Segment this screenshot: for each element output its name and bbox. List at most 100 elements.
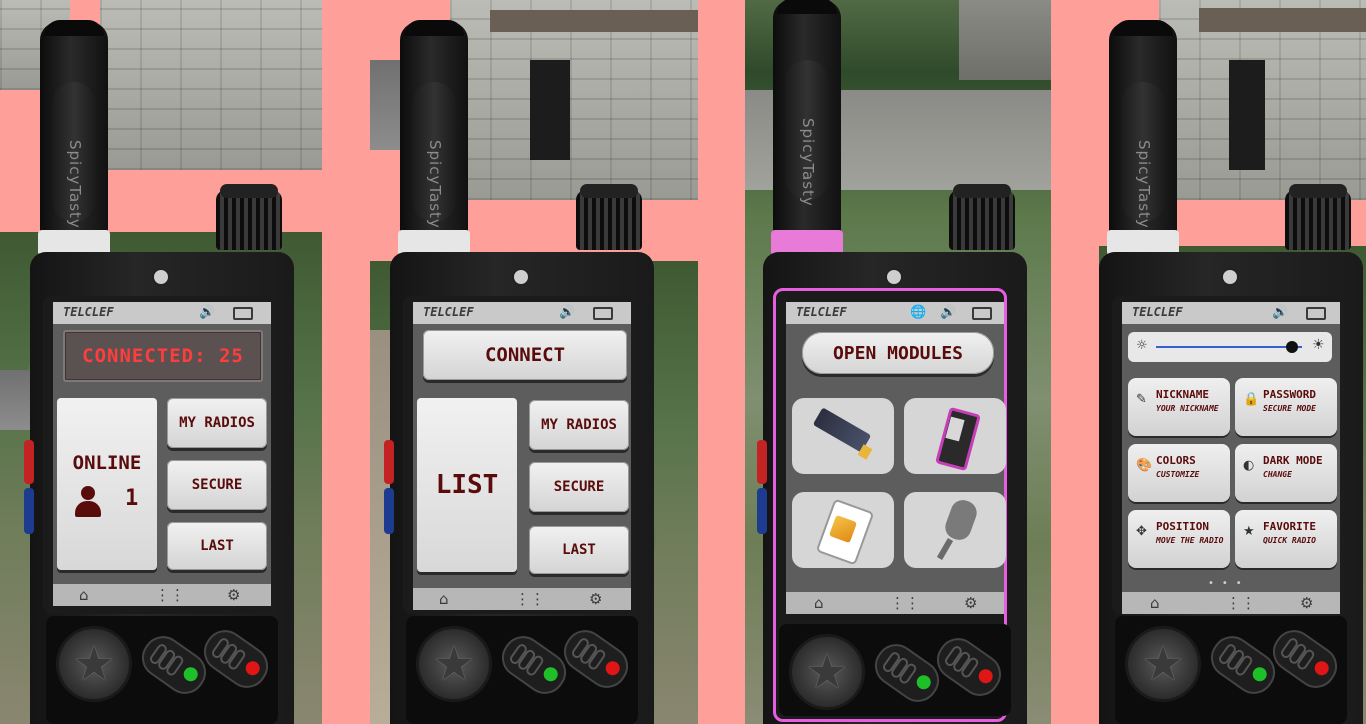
app-label: TELCLEF	[63, 305, 114, 319]
side-button-blue[interactable]	[384, 488, 394, 534]
contrast-icon: ◐	[1243, 458, 1255, 473]
setting-title: COLORS	[1156, 454, 1196, 467]
red-led	[242, 658, 263, 679]
setting-position-button[interactable]: ✥ POSITION MOVE THE RADIO	[1128, 510, 1230, 568]
my-radios-button[interactable]: MY RADIOS	[167, 398, 267, 448]
favorite-star-button[interactable]: ★	[1125, 626, 1201, 702]
home-icon[interactable]: ⌂	[814, 594, 824, 612]
setting-favorite-button[interactable]: ★ FAVORITE QUICK RADIO	[1235, 510, 1337, 568]
status-bar: TELCLEF 🔊	[413, 302, 631, 324]
slider-thumb[interactable]	[1285, 341, 1298, 353]
radio-screen: TELCLEF 🌐 🔊 OPEN MODULES ⌂ ⋮⋮ ⚙	[786, 302, 1006, 614]
green-led	[540, 664, 561, 685]
battery-icon	[233, 307, 253, 320]
radio-panel-modules: SpicyTasty TELCLEF 🌐 🔊 OPEN MODULES ⌂ ⋮⋮…	[745, 0, 1051, 724]
setting-dark-mode-button[interactable]: ◐ DARK MODE CHANGE	[1235, 444, 1337, 502]
user-icon	[75, 486, 101, 518]
apps-grid-icon[interactable]: ⋮⋮	[890, 594, 920, 612]
status-bar: TELCLEF 🔊	[1122, 302, 1340, 324]
apps-grid-icon[interactable]: ⋮⋮	[155, 586, 185, 604]
ptt-red-slot[interactable]	[196, 622, 276, 696]
setting-subtitle: MOVE THE RADIO	[1156, 536, 1224, 545]
antenna: SpicyTasty	[773, 0, 841, 240]
last-button[interactable]: LAST	[167, 522, 267, 570]
radio-body: TELCLEF 🔊 CONNECTED: 25 ONLINE 1 MY RADI…	[24, 252, 294, 724]
gear-icon[interactable]: ⚙	[964, 594, 977, 612]
setting-subtitle: CHANGE	[1263, 470, 1292, 479]
red-led	[975, 666, 996, 687]
sim-card-module-icon[interactable]	[792, 492, 894, 568]
my-radios-button[interactable]: MY RADIOS	[529, 400, 629, 450]
favorite-star-button[interactable]: ★	[789, 634, 865, 710]
secure-button[interactable]: SECURE	[529, 462, 629, 512]
side-button-red[interactable]	[24, 440, 34, 484]
ptt-red-slot[interactable]	[929, 630, 1009, 704]
ptt-green-slot[interactable]	[134, 628, 214, 702]
volume-slider[interactable]: ☼ ☀	[1128, 332, 1332, 362]
antenna: SpicyTasty	[40, 20, 108, 262]
antenna: SpicyTasty	[400, 20, 468, 262]
brand-label: SpicyTasty	[1135, 140, 1153, 229]
volume-knob[interactable]	[576, 184, 642, 250]
speaker-icon: 🔊	[559, 305, 576, 320]
list-button[interactable]: LIST	[417, 398, 517, 572]
volume-knob[interactable]	[949, 184, 1015, 250]
apps-grid-icon[interactable]: ⋮⋮	[515, 590, 545, 608]
move-icon: ✥	[1136, 524, 1147, 539]
favorite-star-button[interactable]: ★	[56, 626, 132, 702]
status-bar: TELCLEF 🌐 🔊	[786, 302, 1004, 324]
ptt-green-slot[interactable]	[494, 628, 574, 702]
radio-controls: ★	[779, 624, 1011, 716]
ptt-green-slot[interactable]	[867, 636, 947, 710]
home-icon[interactable]: ⌂	[439, 590, 449, 608]
green-led	[1249, 664, 1270, 685]
radio-skin-module-icon[interactable]	[904, 398, 1006, 474]
gear-icon[interactable]: ⚙	[1300, 594, 1313, 612]
radio-screen: TELCLEF 🔊 ☼ ☀ ✎ NICKNAME YOUR NICKNAME 🔒 PAS…	[1122, 302, 1340, 614]
side-button-blue[interactable]	[757, 488, 767, 534]
ptt-green-slot[interactable]	[1203, 628, 1283, 702]
online-card[interactable]: ONLINE 1	[57, 398, 157, 570]
favorite-star-button[interactable]: ★	[416, 626, 492, 702]
volume-knob[interactable]	[216, 184, 282, 250]
setting-title: FAVORITE	[1263, 520, 1316, 533]
nav-bar: ⌂ ⋮⋮ ⚙	[53, 584, 271, 606]
setting-title: NICKNAME	[1156, 388, 1209, 401]
radio-body: TELCLEF 🔊 CONNECT LIST MY RADIOS SECURE …	[384, 252, 654, 724]
gear-icon[interactable]: ⚙	[227, 586, 240, 604]
radio-panel-settings: SpicyTasty TELCLEF 🔊 ☼ ☀ ✎ NICKNAME YOUR N…	[1099, 0, 1366, 724]
setting-nickname-button[interactable]: ✎ NICKNAME YOUR NICKNAME	[1128, 378, 1230, 436]
globe-icon: 🌐	[910, 305, 927, 320]
apps-grid-icon[interactable]: ⋮⋮	[1226, 594, 1256, 612]
side-button-red[interactable]	[384, 440, 394, 484]
setting-password-button[interactable]: 🔒 PASSWORD SECURE MODE	[1235, 378, 1337, 436]
home-icon[interactable]: ⌂	[1150, 594, 1160, 612]
brand-label: SpicyTasty	[426, 140, 444, 229]
radio-panel-connect: SpicyTasty TELCLEF 🔊 CONNECT LIST MY RAD…	[370, 0, 698, 724]
ptt-red-slot[interactable]	[556, 622, 636, 696]
app-label: TELCLEF	[423, 305, 474, 319]
brand-label: SpicyTasty	[66, 140, 84, 229]
radio-screen: TELCLEF 🔊 CONNECTED: 25 ONLINE 1 MY RADI…	[53, 302, 271, 606]
radio-screen: TELCLEF 🔊 CONNECT LIST MY RADIOS SECURE …	[413, 302, 631, 610]
microphone-module-icon[interactable]	[904, 492, 1006, 568]
page-dots: •••	[1208, 578, 1250, 589]
battery-module-icon[interactable]	[792, 398, 894, 474]
user-lock-icon: 🔒	[1243, 392, 1260, 407]
side-button-red[interactable]	[757, 440, 767, 484]
radio-body: TELCLEF 🔊 ☼ ☀ ✎ NICKNAME YOUR NICKNAME 🔒 PAS…	[1099, 252, 1363, 724]
gear-icon[interactable]: ⚙	[589, 590, 602, 608]
nav-bar: ⌂ ⋮⋮ ⚙	[1122, 592, 1340, 614]
walkie-talkie: SpicyTasty TELCLEF 🔊 ☼ ☀ ✎ NICKNAME YOUR N…	[1099, 0, 1363, 724]
secure-button[interactable]: SECURE	[167, 460, 267, 510]
setting-colors-button[interactable]: 🎨 COLORS CUSTOMIZE	[1128, 444, 1230, 502]
volume-knob[interactable]	[1285, 184, 1351, 250]
side-button-blue[interactable]	[24, 488, 34, 534]
home-icon[interactable]: ⌂	[79, 586, 89, 604]
open-modules-button[interactable]: OPEN MODULES	[802, 332, 994, 374]
connect-button[interactable]: CONNECT	[423, 330, 627, 380]
ptt-red-slot[interactable]	[1265, 622, 1345, 696]
last-button[interactable]: LAST	[529, 526, 629, 574]
green-led	[180, 664, 201, 685]
connected-display: CONNECTED: 25	[63, 330, 263, 382]
